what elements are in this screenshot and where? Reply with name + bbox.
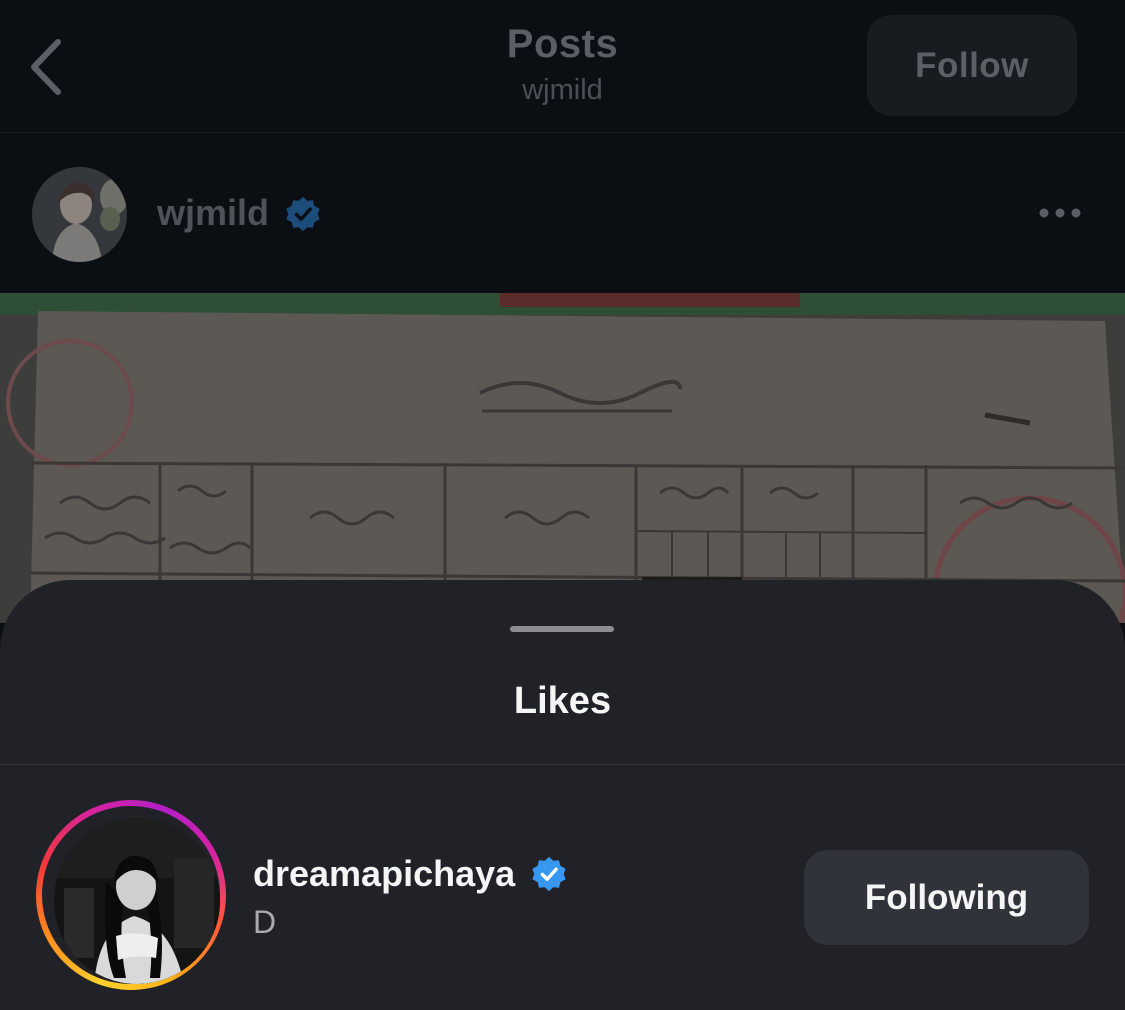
sheet-title: Likes (513, 680, 612, 722)
document-photo (0, 293, 1125, 623)
post-header: wjmild (0, 133, 1125, 293)
story-ring-gap (42, 806, 220, 984)
more-options-button[interactable] (1030, 195, 1090, 231)
post-author-username[interactable]: wjmild (157, 191, 269, 235)
post-image[interactable] (0, 293, 1125, 623)
avatar (54, 818, 220, 984)
screen: Posts wjmild Follow wjmild Likes dreamap… (0, 0, 1125, 1010)
likes-sheet: Likes dreamapichaya D Following (0, 580, 1125, 1010)
follow-button[interactable]: Follow (867, 15, 1077, 116)
liker-full-name: D (253, 904, 277, 940)
story-ring[interactable] (36, 800, 226, 990)
verified-badge-icon (530, 855, 568, 893)
sheet-grabber[interactable] (510, 626, 614, 632)
post-author-avatar[interactable] (32, 167, 127, 262)
avatar-photo (32, 167, 127, 262)
top-bar: Posts wjmild Follow (0, 0, 1125, 132)
avatar-photo (54, 818, 220, 984)
list-item[interactable]: dreamapichaya D Following (0, 765, 1125, 1010)
following-button[interactable]: Following (804, 850, 1089, 945)
verified-badge-icon (284, 195, 322, 233)
liker-username[interactable]: dreamapichaya (253, 852, 515, 896)
more-horizontal-icon (1039, 208, 1081, 218)
